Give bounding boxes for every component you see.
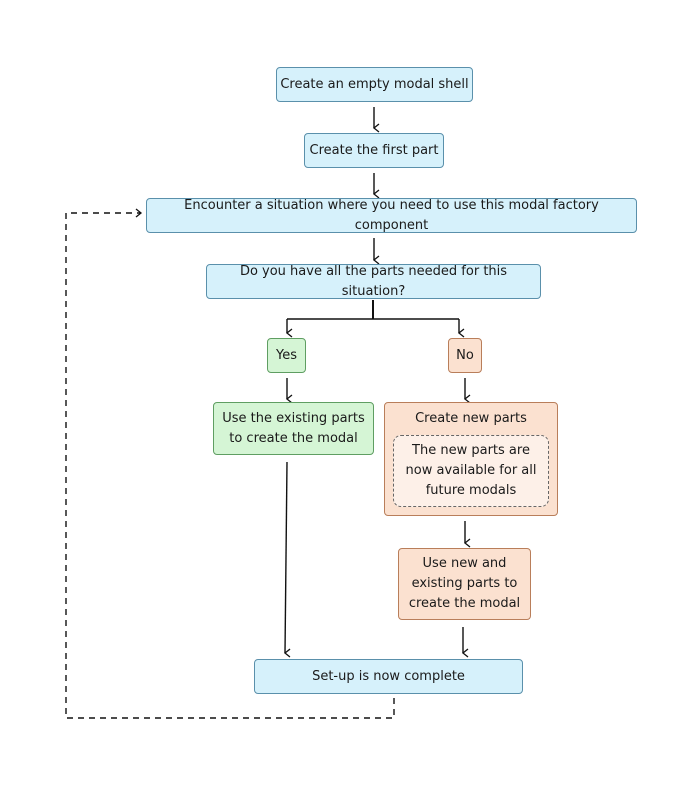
node-label: Do you have all the parts needed for thi… [239, 263, 508, 299]
node-label: Create an empty modal shell [280, 76, 469, 92]
node-create-shell: Create an empty modal shell [276, 67, 473, 102]
node-label: Create the first part [309, 142, 439, 158]
node-complete: Set-up is now complete [254, 659, 523, 694]
node-use-new-existing: Use new and existing parts to create the… [398, 548, 531, 620]
node-yes: Yes [267, 338, 306, 373]
node-label: Set-up is now complete [312, 668, 465, 684]
node-no: No [448, 338, 482, 373]
node-label: Yes [276, 347, 297, 363]
node-question: Do you have all the parts needed for thi… [206, 264, 541, 299]
node-create-first-part: Create the first part [304, 133, 444, 168]
node-label: Use the existing parts to create the mod… [222, 410, 365, 446]
edge-use-existing-to-complete [283, 461, 291, 658]
node-create-new-note: The new parts are now available for all … [393, 435, 549, 507]
node-label: No [456, 347, 474, 363]
note-label: The new parts are now available for all … [405, 443, 537, 498]
node-label: Create new parts [415, 411, 527, 426]
node-use-existing: Use the existing parts to create the mod… [213, 402, 374, 455]
node-encounter: Encounter a situation where you need to … [146, 198, 637, 233]
node-create-new: Create new parts The new parts are now a… [384, 402, 558, 516]
node-label: Use new and existing parts to create the… [408, 556, 521, 611]
node-label: Encounter a situation where you need to … [184, 197, 599, 233]
